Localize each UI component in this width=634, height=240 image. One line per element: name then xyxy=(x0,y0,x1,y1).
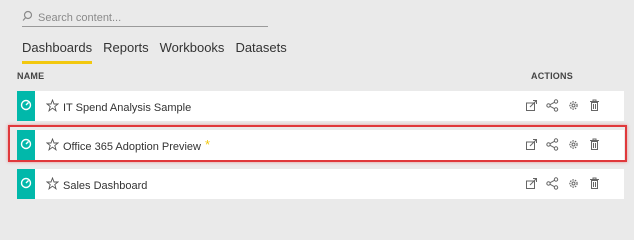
search-input[interactable] xyxy=(36,10,266,26)
dashboard-title[interactable]: IT Spend Analysis Sample xyxy=(63,102,191,114)
open-in-icon[interactable] xyxy=(525,177,538,190)
tab-datasets[interactable]: Datasets xyxy=(235,40,286,64)
gear-icon[interactable] xyxy=(567,138,580,151)
search-box[interactable] xyxy=(22,8,268,27)
dashboard-gauge-icon xyxy=(20,99,32,111)
open-in-icon[interactable] xyxy=(525,99,538,112)
tab-reports[interactable]: Reports xyxy=(103,40,149,64)
star-outline-icon[interactable] xyxy=(46,138,59,151)
star-outline-icon[interactable] xyxy=(46,99,59,112)
trash-icon[interactable] xyxy=(588,99,601,112)
dashboard-name[interactable]: Sales Dashboard xyxy=(63,177,151,192)
row-type-stripe xyxy=(17,169,35,199)
new-marker: * xyxy=(205,137,211,152)
content-tabs: Dashboards Reports Workbooks Datasets xyxy=(22,40,298,64)
dashboard-name[interactable]: Office 365 Adoption Preview * xyxy=(63,137,211,153)
table-row[interactable]: Office 365 Adoption Preview * xyxy=(17,130,624,160)
share-icon[interactable] xyxy=(546,177,559,190)
trash-icon[interactable] xyxy=(588,138,601,151)
row-type-stripe xyxy=(17,91,35,121)
share-icon[interactable] xyxy=(546,99,559,112)
column-header-actions: ACTIONS xyxy=(531,71,573,81)
row-type-stripe xyxy=(17,130,35,160)
star-outline-icon[interactable] xyxy=(46,177,59,190)
gear-icon[interactable] xyxy=(567,99,580,112)
share-icon[interactable] xyxy=(546,138,559,151)
column-header-name[interactable]: NAME xyxy=(17,71,44,81)
dashboard-title[interactable]: Office 365 Adoption Preview xyxy=(63,141,201,153)
search-icon xyxy=(22,10,33,21)
table-row[interactable]: IT Spend Analysis Sample xyxy=(17,91,624,121)
gear-icon[interactable] xyxy=(567,177,580,190)
dashboard-gauge-icon xyxy=(20,138,32,150)
dashboard-name[interactable]: IT Spend Analysis Sample xyxy=(63,99,195,114)
tab-dashboards[interactable]: Dashboards xyxy=(22,40,93,64)
dashboard-title[interactable]: Sales Dashboard xyxy=(63,180,147,192)
trash-icon[interactable] xyxy=(588,177,601,190)
open-in-icon[interactable] xyxy=(525,138,538,151)
table-row[interactable]: Sales Dashboard xyxy=(17,169,624,199)
dashboard-gauge-icon xyxy=(20,177,32,189)
tab-workbooks[interactable]: Workbooks xyxy=(160,40,225,64)
